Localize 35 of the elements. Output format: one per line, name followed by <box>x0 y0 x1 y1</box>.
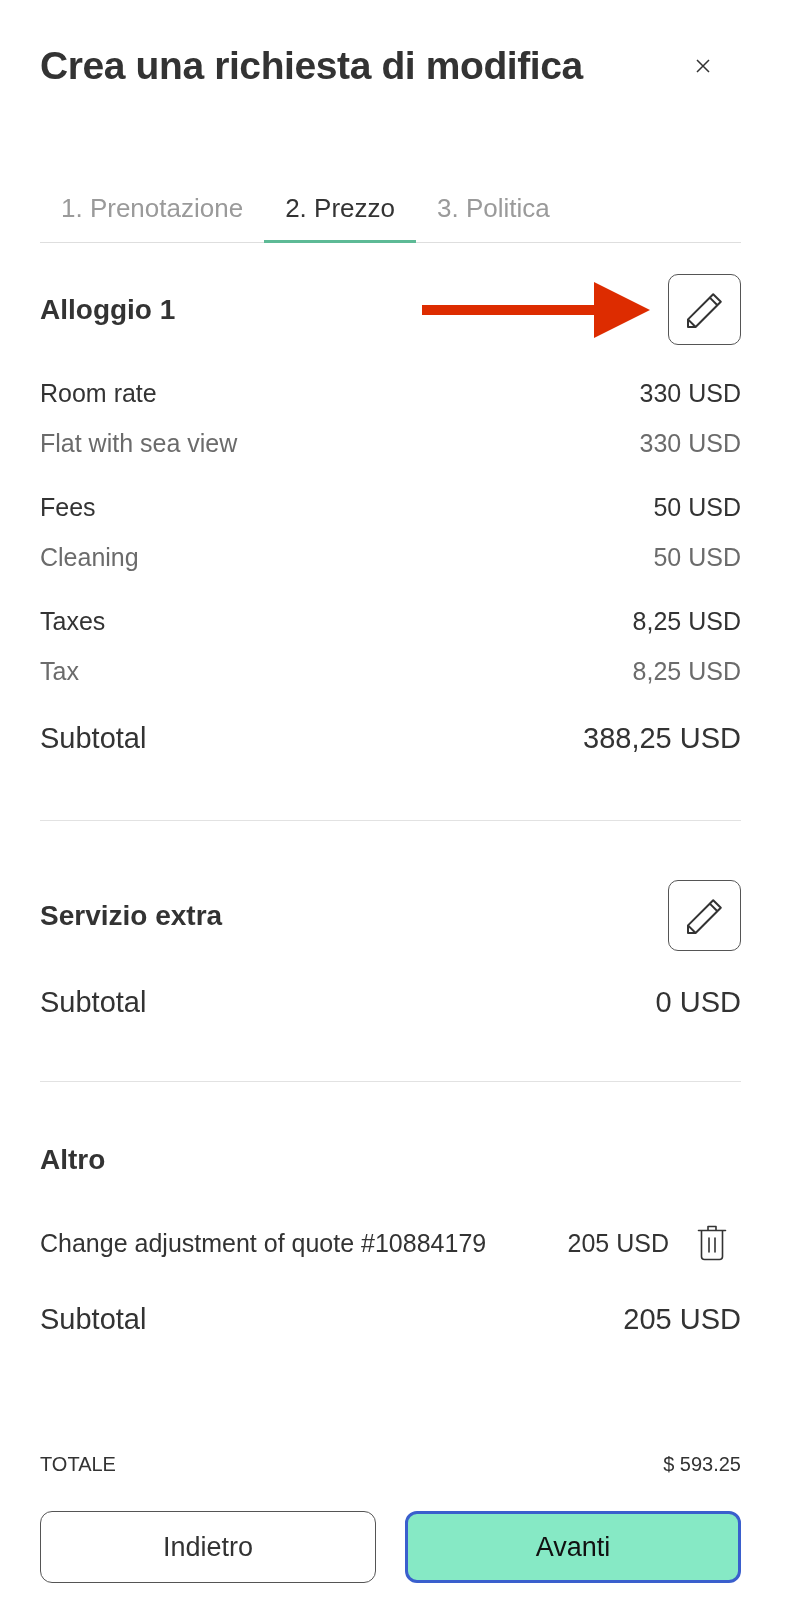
subtotal-label: Subtotal <box>40 985 147 1019</box>
section-title: Servizio extra <box>40 899 223 932</box>
item-amount: 205 USD <box>567 1228 669 1258</box>
total-amount: $ 593.25 <box>663 1452 741 1476</box>
item-label: Change adjustment of quote #10884179 <box>40 1228 488 1258</box>
subtotal-amount: 0 USD <box>655 985 741 1019</box>
charge-amount: 330 USD <box>639 378 741 408</box>
edit-button[interactable] <box>668 274 741 345</box>
detail-label: Flat with sea view <box>40 428 238 458</box>
section-title: Alloggio 1 <box>40 293 176 326</box>
subtotal-label: Subtotal <box>40 721 147 755</box>
dialog-title: Crea una richiesta di modifica <box>40 43 585 89</box>
charge-label: Taxes <box>40 606 106 636</box>
detail-amount: 50 USD <box>653 542 741 572</box>
next-button[interactable]: Avanti <box>405 1511 741 1583</box>
pencil-icon <box>685 896 724 935</box>
detail-amount: 330 USD <box>639 428 741 458</box>
detail-amount: 8,25 USD <box>632 656 741 686</box>
edit-button[interactable] <box>668 880 741 951</box>
charge-amount: 50 USD <box>653 492 741 522</box>
charge-amount: 8,25 USD <box>632 606 741 636</box>
subtotal-label: Subtotal <box>40 1302 147 1336</box>
charge-label: Room rate <box>40 378 157 408</box>
charge-label: Fees <box>40 492 96 522</box>
back-button[interactable]: Indietro <box>40 1511 376 1583</box>
detail-label: Tax <box>40 656 79 686</box>
section-title: Altro <box>40 1143 106 1176</box>
detail-label: Cleaning <box>40 542 139 572</box>
step-tab[interactable]: 2. Prezzo <box>264 183 416 243</box>
total-label: TOTALE <box>40 1452 116 1476</box>
close-icon[interactable] <box>696 59 710 73</box>
subtotal-amount: 205 USD <box>623 1302 741 1336</box>
subtotal-amount: 388,25 USD <box>583 721 741 755</box>
trash-icon[interactable] <box>697 1225 727 1261</box>
pencil-icon <box>685 290 724 329</box>
